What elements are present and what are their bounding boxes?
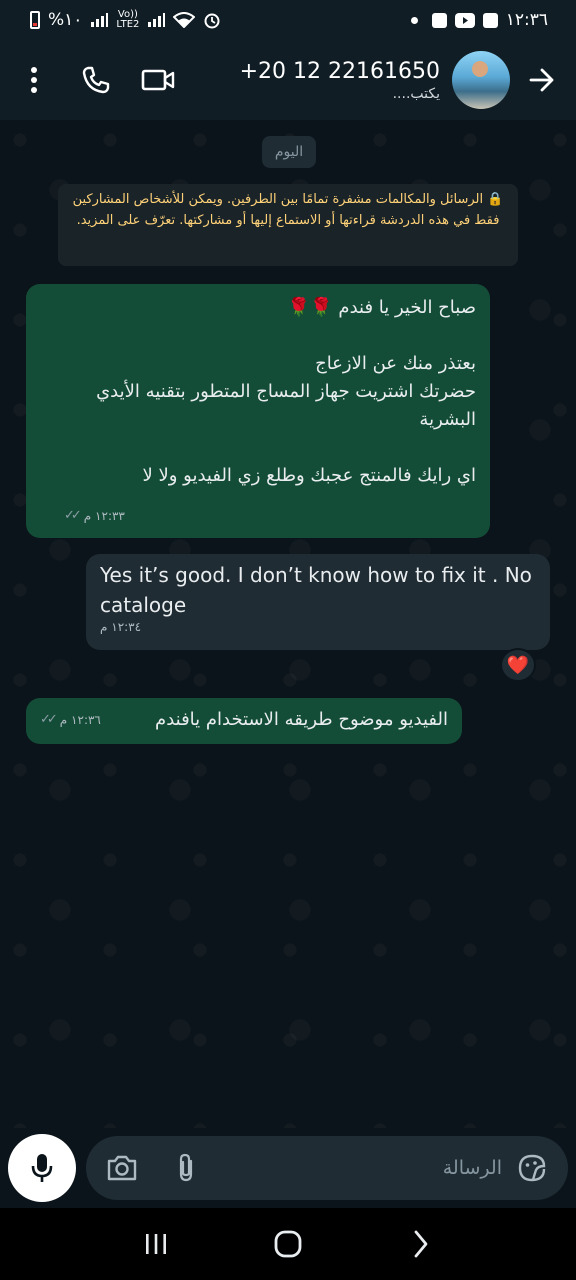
message-field[interactable] <box>86 1136 568 1200</box>
facebook-icon <box>431 12 447 28</box>
signal-icon <box>91 13 109 27</box>
read-ticks-icon: ✓✓ <box>40 712 58 727</box>
system-nav-bar <box>0 1208 576 1280</box>
mic-button[interactable] <box>8 1134 76 1202</box>
composer-bar <box>0 1128 576 1208</box>
message-line: صباح الخير يا فندم 🌹🌹 <box>287 297 476 318</box>
video-icon[interactable] <box>138 60 178 100</box>
battery-percent: %١٠ <box>48 10 83 30</box>
camera-icon[interactable] <box>102 1148 142 1188</box>
more-vert-icon[interactable] <box>14 60 54 100</box>
heart-reaction-icon[interactable]: ❤️ <box>500 648 536 682</box>
message-text: Yes it’s good. I don’t know how to fix i… <box>100 563 532 617</box>
chat-area[interactable]: اليوم 🔒 الرسائل والمكالمات مشفرة تمامًا … <box>0 120 576 1128</box>
message-outgoing[interactable]: الفيديو موضوح طريقه الاستخدام يافندم ١٢:… <box>26 698 462 744</box>
back-arrow-icon[interactable] <box>522 60 562 100</box>
contact-status: يكتب.... <box>392 85 440 102</box>
message-time: ١٢:٣٣ م <box>83 509 125 523</box>
back-icon[interactable] <box>395 1219 445 1269</box>
contact-name[interactable]: +20 12 22161650 <box>178 59 440 84</box>
volte-bottom: LTE2 <box>116 19 140 30</box>
message-outgoing[interactable]: صباح الخير يا فندم 🌹🌹 بعتذر منك عن الازع… <box>26 284 490 538</box>
home-icon[interactable] <box>263 1219 313 1269</box>
encryption-notice[interactable]: 🔒 الرسائل والمكالمات مشفرة تمامًا بين ال… <box>58 184 518 266</box>
youtube-icon <box>454 12 475 28</box>
message-line: اي رايك فالمنتج عجبك وطلع زي الفيديو ولا… <box>142 465 476 486</box>
message-time: ١٢:٣٦ م <box>59 713 101 727</box>
avatar[interactable] <box>452 51 510 109</box>
recents-icon[interactable] <box>131 1219 181 1269</box>
sticker-icon[interactable] <box>512 1148 552 1188</box>
message-line: بعتذر منك عن الازعاج <box>315 353 476 374</box>
status-bar-right: ١٢:٣٦ <box>410 10 548 30</box>
signal2-icon <box>148 13 166 27</box>
date-chip: اليوم <box>262 136 316 168</box>
contact-info[interactable]: +20 12 22161650 يكتب.... <box>178 59 452 102</box>
battery-icon <box>30 11 40 29</box>
message-meta: ١٢:٣٤ م <box>100 612 141 642</box>
message-meta: ١٢:٣٣ م ✓✓ <box>64 502 125 530</box>
gallery-icon <box>482 12 498 28</box>
wifi-icon <box>173 12 196 28</box>
status-bar-left: %١٠ Vo)) LTE2 <box>30 10 221 30</box>
message-line: حضرتك اشتريت جهاز المساج المتطور بتقنيه … <box>96 381 476 430</box>
message-time: ١٢:٣٤ م <box>100 620 142 634</box>
status-bar: %١٠ Vo)) LTE2 ١٢:٣٦ <box>0 0 576 40</box>
chat-header: +20 12 22161650 يكتب.... <box>0 40 576 120</box>
alarm-icon <box>204 13 220 29</box>
message-incoming[interactable]: Yes it’s good. I don’t know how to fix i… <box>86 554 550 650</box>
mic-icon <box>31 1154 53 1182</box>
message-meta: ١٢:٣٦ م ✓✓ <box>40 706 101 734</box>
message-text: الفيديو موضوح طريقه الاستخدام يافندم <box>155 709 448 730</box>
message-input[interactable] <box>206 1157 512 1179</box>
status-time: ١٢:٣٦ <box>505 10 548 30</box>
volte-icon: Vo)) LTE2 <box>116 10 139 30</box>
phone-icon[interactable] <box>76 60 116 100</box>
attach-icon[interactable] <box>166 1148 206 1188</box>
read-ticks-icon: ✓✓ <box>64 508 82 523</box>
dot-icon <box>410 16 418 24</box>
